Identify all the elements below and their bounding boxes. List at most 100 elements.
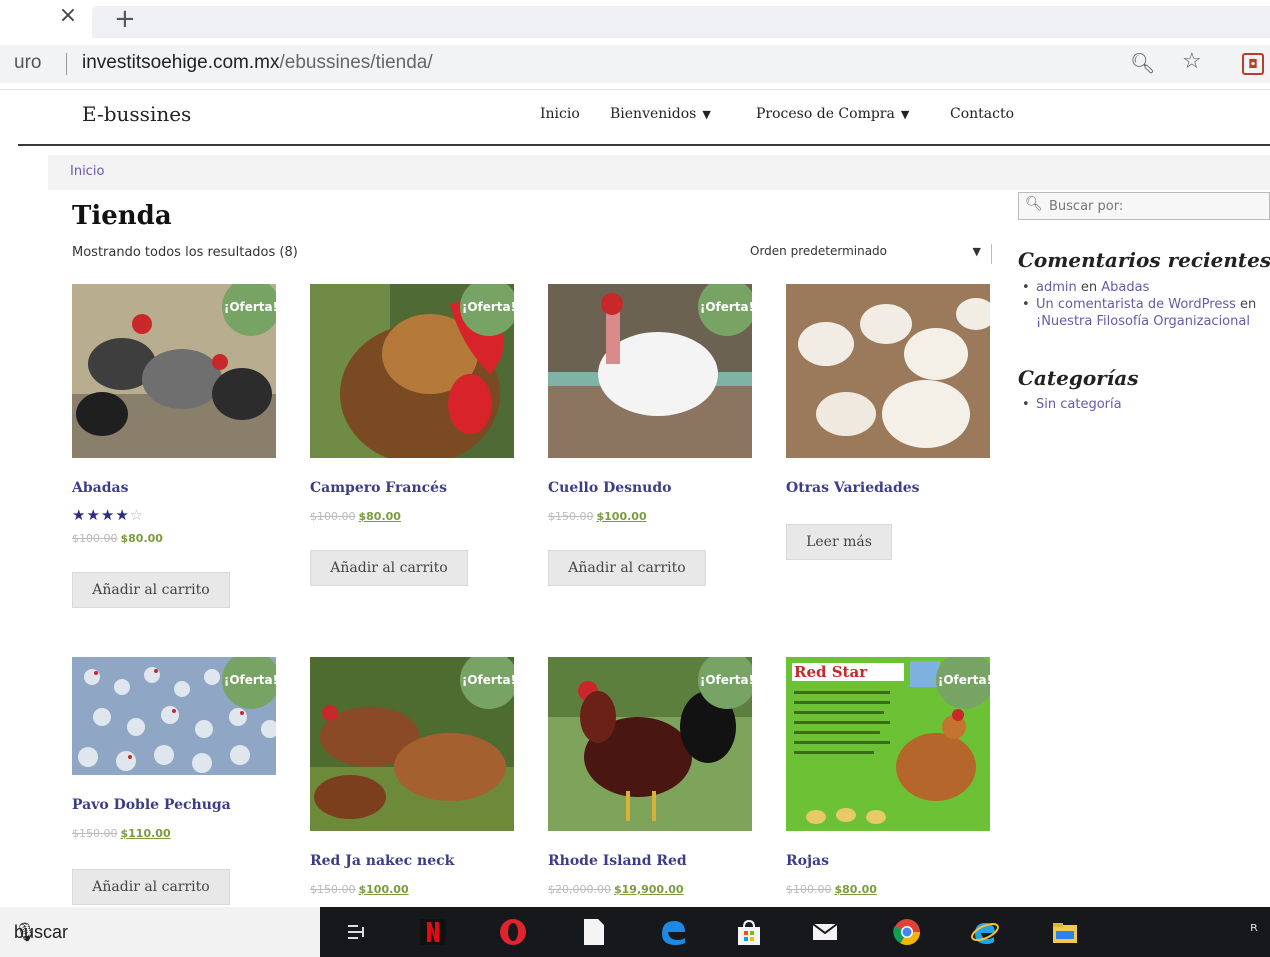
add-to-cart-button[interactable]: Añadir al carrito <box>310 550 468 586</box>
url-text[interactable]: investitsoehige.com.mx/ebussines/tienda/ <box>82 52 433 74</box>
search-input[interactable] <box>1049 196 1263 216</box>
product-price: $100.00 $80.00 <box>310 510 401 523</box>
categories-title: Categorías <box>1018 366 1139 390</box>
read-more-button[interactable]: Leer más <box>786 524 892 560</box>
task-view-icon[interactable] <box>342 917 372 947</box>
comment-connector: en <box>1240 297 1257 312</box>
microphone-icon[interactable]: 🎙︎ <box>14 922 37 943</box>
url-path: /ebussines/tienda/ <box>279 52 433 73</box>
caret-down-icon: ▼ <box>702 108 711 121</box>
caret-down-icon: ▼ <box>900 108 910 121</box>
nav-item-inicio[interactable]: Inicio <box>540 106 580 122</box>
product-image-pavo-doble-pechuga[interactable]: ¡Oferta! <box>72 657 276 775</box>
old-price: $100.00 <box>786 883 832 896</box>
security-indicator[interactable]: uro <box>14 52 41 74</box>
store-icon[interactable] <box>734 917 764 947</box>
internet-explorer-icon[interactable] <box>970 917 1000 947</box>
star-empty-icon: ☆ <box>129 506 145 524</box>
nav-item-contacto[interactable]: Contacto <box>950 106 1014 122</box>
sale-price: $110.00 <box>120 827 171 840</box>
close-tab-icon[interactable]: × <box>56 4 80 28</box>
search-box: 🔍︎ <box>1018 192 1270 220</box>
old-price: $100.00 <box>72 532 118 545</box>
zoom-icon[interactable]: 🔍︎ <box>1130 51 1155 75</box>
product-title[interactable]: Red Ja nakec neck <box>310 853 454 869</box>
sale-price: $80.00 <box>358 510 401 523</box>
product-title[interactable]: Abadas <box>72 480 128 496</box>
add-to-cart-button[interactable]: Añadir al carrito <box>548 550 706 586</box>
product-image-rhode-island-red[interactable]: ¡Oferta! <box>548 657 752 831</box>
sale-price: $19,900.00 <box>613 883 684 896</box>
url-field[interactable]: uro investitsoehige.com.mx/ebussines/tie… <box>0 45 1270 83</box>
nav-item-label: Contacto <box>950 106 1015 122</box>
product-card: ¡Oferta! Abadas ★★★★☆ $100.00 $80.00 Añad… <box>72 284 278 608</box>
list-item: Un comentarista de WordPress en ¡Nuestra … <box>1022 296 1256 330</box>
file-explorer-icon[interactable] <box>1050 917 1080 947</box>
product-price: $100.00 $80.00 <box>786 883 877 896</box>
product-image-red-ja-nakec-neck[interactable]: ¡Oferta! <box>310 657 514 831</box>
comment-author-link[interactable]: Un comentarista de WordPress <box>1036 297 1236 312</box>
list-item: Sin categoría <box>1022 396 1122 413</box>
product-title[interactable]: Rhode Island Red <box>548 853 687 869</box>
ordering-selected-value: Orden predeterminado <box>750 244 888 258</box>
dropdown-arrow-icon: ▼ <box>972 245 981 258</box>
product-title[interactable]: Rojas <box>786 853 829 869</box>
product-card: ¡Oferta! Campero Francés $100.00 $80.00 A… <box>310 284 516 586</box>
url-host: investitsoehige.com.mx <box>82 52 280 73</box>
product-title[interactable]: Pavo Doble Pechuga <box>72 797 231 813</box>
nav-item-label: Inicio <box>540 106 580 122</box>
product-image-rojas[interactable]: Red Star ¡Oferta! <box>786 657 990 831</box>
product-card: ¡Oferta! Red Ja nakec neck $150.00 $100.0… <box>310 657 516 896</box>
comment-post-link[interactable]: Abadas <box>1101 280 1149 295</box>
taskbar: buscar 🎙︎ ᴿ <box>0 907 1270 957</box>
comment-connector: en <box>1080 280 1098 295</box>
product-image-otras-variedades[interactable] <box>786 284 990 458</box>
product-image-abadas[interactable]: ¡Oferta! <box>72 284 276 458</box>
divider <box>66 53 67 75</box>
add-to-cart-button[interactable]: Añadir al carrito <box>72 869 230 905</box>
sale-price: $80.00 <box>120 532 163 545</box>
product-title[interactable]: Campero Francés <box>310 480 447 496</box>
product-title[interactable]: Cuello Desnudo <box>548 480 672 496</box>
extension-icon[interactable]: ◘ <box>1242 53 1264 75</box>
site-title[interactable]: E-bussines <box>82 102 191 126</box>
product-card: Red Star ¡Oferta! Rojas $100.00 $80.00 <box>786 657 992 896</box>
sale-price: $80.00 <box>834 883 877 896</box>
sale-price: $100.00 <box>596 510 647 523</box>
recent-comments-title: Comentarios recientes <box>1018 248 1270 272</box>
ordering-select[interactable]: Orden predeterminado ▼ <box>750 244 992 264</box>
people-icon[interactable]: ᴿ <box>1250 921 1258 942</box>
product-price: $150.00 $110.00 <box>72 827 171 840</box>
chrome-icon[interactable] <box>892 917 922 947</box>
product-card: ¡Oferta! Cuello Desnudo $150.00 $100.00 A… <box>548 284 754 586</box>
nav-item-proceso-de-compra[interactable]: Proceso de Compra ▼ <box>756 106 909 122</box>
new-tab-icon[interactable]: + <box>114 4 136 34</box>
product-image-cuello-desnudo[interactable]: ¡Oferta! <box>548 284 752 458</box>
nav-item-label: Bienvenidos <box>610 106 697 122</box>
result-count: Mostrando todos los resultados (8) <box>72 245 298 260</box>
breadcrumb: Inicio <box>48 155 1270 190</box>
poster-title: Red Star <box>794 663 868 681</box>
bookmark-star-icon[interactable]: ☆ <box>1182 49 1202 74</box>
old-price: $150.00 <box>548 510 594 523</box>
opera-icon[interactable] <box>498 917 528 947</box>
category-link[interactable]: Sin categoría <box>1036 397 1122 412</box>
nav-item-bienvenidos[interactable]: Bienvenidos ▼ <box>610 106 711 122</box>
old-price: $20,000.00 <box>548 883 611 896</box>
rating-stars: ★★★★☆ <box>72 506 145 524</box>
address-bar: uro investitsoehige.com.mx/ebussines/tie… <box>0 38 1270 90</box>
product-image-campero-frances[interactable]: ¡Oferta! <box>310 284 514 458</box>
file-icon[interactable] <box>578 917 608 947</box>
comment-post-link[interactable]: ¡Nuestra Filosofía Organizacional <box>1036 314 1250 329</box>
mail-icon[interactable] <box>810 917 840 947</box>
taskbar-search[interactable]: buscar 🎙︎ <box>0 907 320 957</box>
list-item: admin en Abadas <box>1022 279 1256 296</box>
netflix-icon[interactable] <box>418 917 448 947</box>
add-to-cart-button[interactable]: Añadir al carrito <box>72 572 230 608</box>
product-title[interactable]: Otras Variedades <box>786 480 920 496</box>
edge-icon[interactable] <box>658 917 688 947</box>
search-icon: 🔍︎ <box>1025 196 1043 212</box>
product-card: ¡Oferta! Rhode Island Red $20,000.00 $19,… <box>548 657 754 896</box>
comment-author-link[interactable]: admin <box>1036 280 1077 295</box>
breadcrumb-home-link[interactable]: Inicio <box>70 164 104 179</box>
